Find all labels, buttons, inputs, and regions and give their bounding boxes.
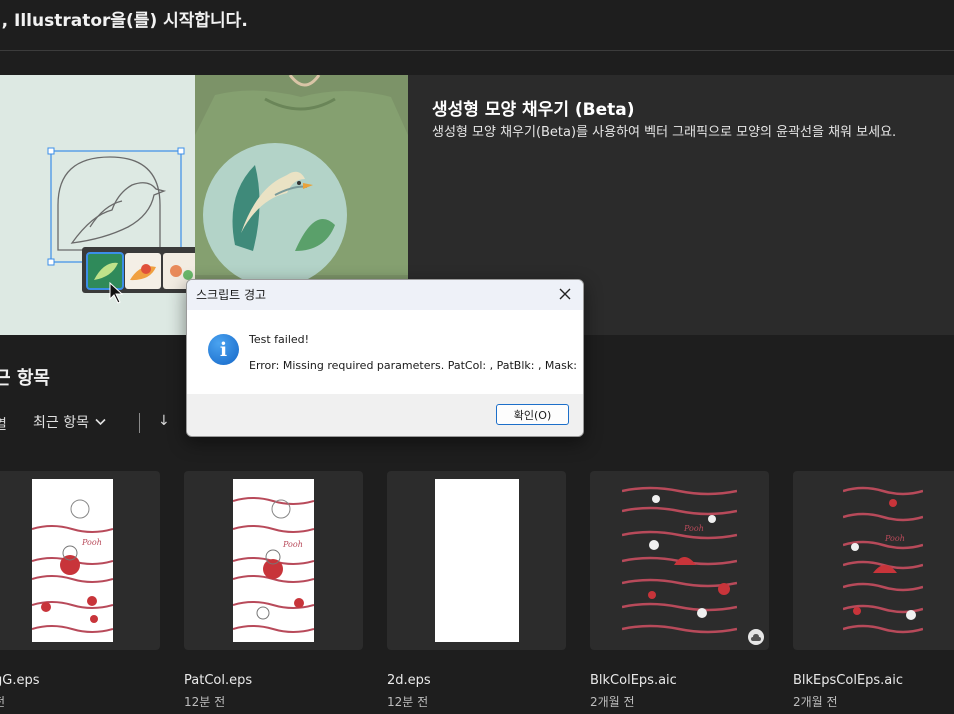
file-name[interactable]: PatCol.eps — [184, 673, 252, 688]
ok-button[interactable]: 확인(O) — [496, 404, 569, 425]
file-thumbnail: Pooh — [622, 483, 737, 635]
banner-title: 생성형 모양 채우기 (Beta) — [432, 100, 635, 120]
file-card[interactable]: Pooh — [184, 471, 363, 650]
file-card[interactable] — [387, 471, 566, 650]
svg-text:Pooh: Pooh — [683, 524, 704, 533]
close-icon[interactable] — [556, 285, 574, 303]
illustrator-home-screen: 님, Illustrator을(를) 시작합니다. 생성형 모양 채우기 (Be… — [0, 0, 954, 714]
toolbar-divider — [139, 413, 140, 433]
chevron-down-icon — [95, 418, 106, 426]
header-divider — [0, 50, 954, 51]
dialog-footer: 확인(O) — [187, 394, 583, 436]
bird-outline-artwork — [47, 147, 202, 304]
script-alert-dialog: 스크립트 경고 i Test failed! Error: Missing re… — [186, 279, 584, 437]
file-thumbnail: Pooh — [32, 479, 113, 642]
svg-text:Pooh: Pooh — [884, 534, 905, 543]
file-modified-time: 전 — [0, 693, 5, 710]
file-modified-time: 12분 전 — [387, 695, 429, 709]
dialog-title: 스크립트 경고 — [196, 288, 267, 302]
pooh-pattern-thumbnail: Pooh — [32, 499, 113, 633]
dialog-message-title: Test failed! — [249, 333, 310, 346]
file-thumbnail: Pooh — [843, 483, 923, 635]
file-name[interactable]: gG.eps — [0, 673, 39, 688]
file-card[interactable]: Pooh — [793, 471, 954, 650]
svg-text:Pooh: Pooh — [282, 540, 303, 549]
file-modified-time: 2개월 전 — [793, 695, 838, 709]
file-modified-time: 2개월 전 — [590, 695, 635, 709]
welcome-greeting: 님, Illustrator을(를) 시작합니다. — [0, 11, 248, 31]
dark-pattern-thumbnail: Pooh — [843, 486, 923, 634]
info-icon: i — [208, 334, 239, 365]
banner-illustration-outline — [0, 75, 202, 335]
recent-section-title: 근 항목 — [0, 368, 50, 389]
file-card[interactable]: Pooh — [590, 471, 769, 650]
file-modified-time: 12분 전 — [184, 695, 226, 709]
recent-filter-label: 최근 항목 — [33, 415, 89, 431]
file-card[interactable]: Pooh — [0, 471, 160, 650]
file-thumbnail — [435, 479, 519, 642]
file-name[interactable]: BlkEpsColEps.aic — [793, 673, 903, 688]
file-thumbnail: Pooh — [233, 479, 314, 642]
dialog-body: i Test failed! Error: Missing required p… — [187, 310, 583, 394]
dialog-message-detail: Error: Missing required parameters. PatC… — [249, 359, 577, 372]
banner-description: 생성형 모양 채우기(Beta)를 사용하여 벡터 그래픽으로 모양의 윤곽선을… — [432, 125, 897, 140]
recent-filter-dropdown[interactable]: 최근 항목 — [33, 412, 106, 432]
pooh-pattern-thumbnail: Pooh — [233, 497, 314, 633]
file-name[interactable]: 2d.eps — [387, 673, 431, 688]
file-name[interactable]: BlkColEps.aic — [590, 673, 677, 688]
dialog-titlebar[interactable]: 스크립트 경고 — [187, 280, 583, 310]
dark-pattern-thumbnail: Pooh — [622, 486, 737, 634]
sort-direction-icon[interactable]: ↓ — [158, 413, 170, 429]
cloud-sync-icon — [748, 629, 764, 645]
svg-text:Pooh: Pooh — [81, 538, 102, 547]
sort-label[interactable]: 열 — [0, 414, 7, 434]
